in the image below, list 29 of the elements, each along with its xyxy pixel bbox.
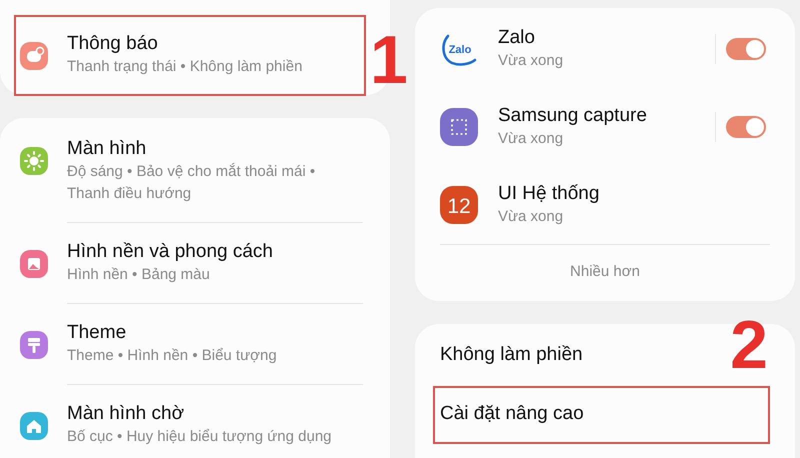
menu-title[interactable]: Thông báo xyxy=(67,32,158,56)
step-number: 1 xyxy=(370,26,408,94)
toggle-switch[interactable] xyxy=(726,116,766,138)
menu-title[interactable]: Màn hình xyxy=(67,137,146,161)
menu-title[interactable]: Hình nền và phong cách xyxy=(67,240,273,264)
house-icon xyxy=(20,412,48,440)
notification-icon xyxy=(20,42,48,70)
notification-time: Vừa xong xyxy=(498,129,564,149)
menu-title[interactable]: Không làm phiền xyxy=(440,344,583,366)
app-name[interactable]: Samsung capture xyxy=(498,104,647,128)
menu-subtitle: Độ sáng • Bảo vệ cho mắt thoải mái • Thanh điều hướng xyxy=(67,162,316,204)
toggle-switch[interactable] xyxy=(726,38,766,60)
sun-icon xyxy=(20,147,48,175)
app-name[interactable]: UI Hệ thống xyxy=(498,182,600,206)
menu-subtitle: Theme • Hình nền • Biểu tượng xyxy=(67,346,277,366)
menu-subtitle: Hình nền • Bảng màu xyxy=(67,265,210,285)
app-icon: 12 xyxy=(440,186,478,224)
menu-subtitle: Bố cục • Huy hiệu biểu tượng ứng dụng xyxy=(67,427,332,447)
menu-title[interactable]: Cài đặt nâng cao xyxy=(440,403,584,425)
app-name[interactable]: Zalo xyxy=(498,26,535,50)
brush-icon xyxy=(20,331,48,359)
picture-icon xyxy=(20,250,48,278)
notification-time: Vừa xong xyxy=(498,51,564,71)
capture-icon xyxy=(440,108,478,146)
menu-title[interactable]: Màn hình chờ xyxy=(67,402,184,426)
menu-title[interactable]: Theme xyxy=(67,321,126,345)
menu-subtitle: Thanh trạng thái • Không làm phiền xyxy=(67,57,302,77)
notification-time: Vừa xong xyxy=(498,207,564,227)
step-number: 2 xyxy=(730,311,768,379)
